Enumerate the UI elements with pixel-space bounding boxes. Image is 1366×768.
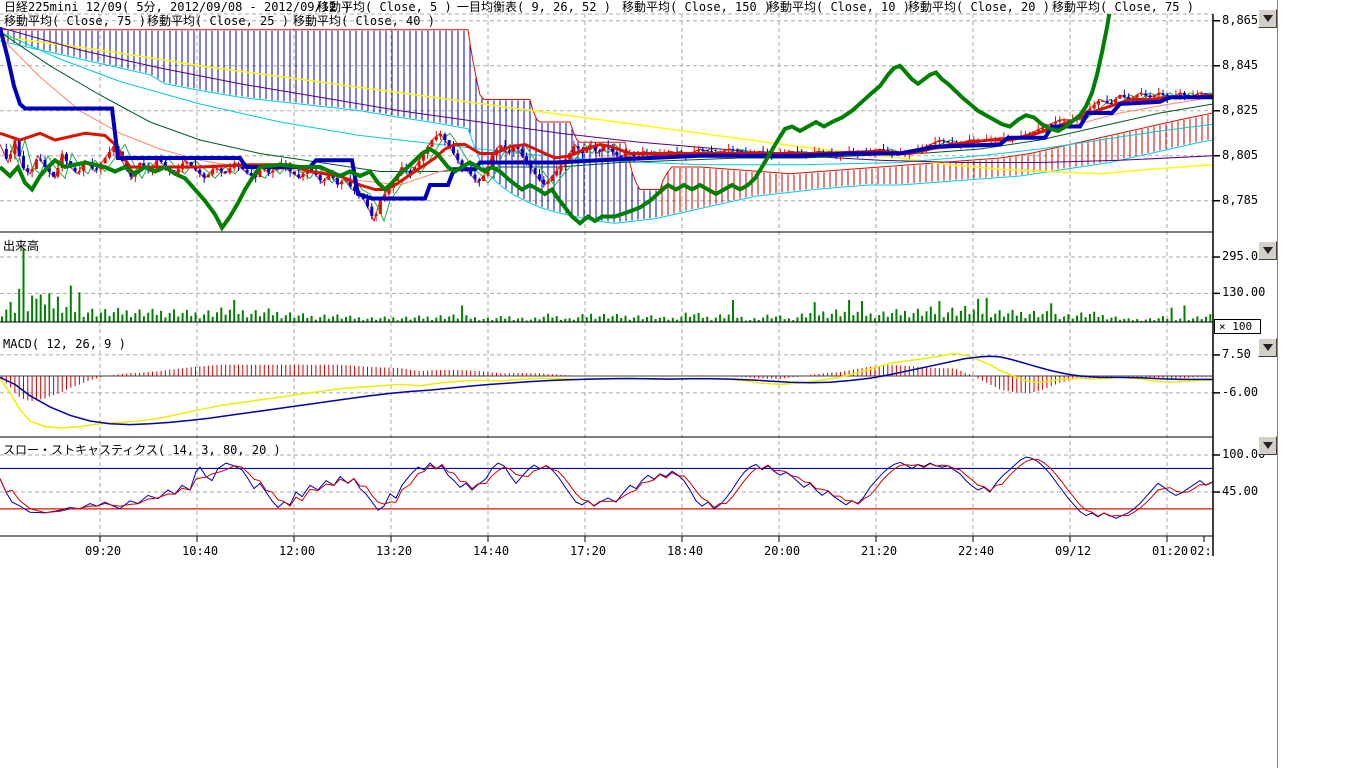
price-panel-collapse-arrow-button[interactable] (1258, 9, 1277, 28)
time-axis-label: 10:40 (182, 544, 218, 558)
triangle-down-icon (1263, 442, 1273, 449)
time-axis-label: 17:20 (570, 544, 606, 558)
legend-ma150[interactable]: 移動平均( Close, 150 ) (622, 1, 771, 14)
triangle-down-icon (1263, 247, 1273, 254)
legend-ma20[interactable]: 移動平均( Close, 20 ) (908, 1, 1050, 14)
volume-bars (1, 248, 1211, 322)
candlesticks (5, 88, 1208, 222)
stoch-panel-collapse-arrow-button[interactable] (1258, 436, 1277, 455)
time-axis-label: 02: (1190, 544, 1212, 558)
legend-ma10[interactable]: 移動平均( Close, 10 ) (768, 1, 910, 14)
chart-window: { "header": { "row1": [ {"label": "日経225… (0, 0, 1366, 768)
triangle-down-icon (1263, 15, 1273, 22)
macd-panel-series (0, 354, 1213, 429)
legend-ma75-2[interactable]: 移動平均( Close, 75 ) (4, 15, 146, 28)
legend-ichimoku[interactable]: 一目均衡表( 9, 26, 52 ) (457, 1, 611, 14)
legend-ma25[interactable]: 移動平均( Close, 25 ) (147, 15, 289, 28)
y-axis-label: -6.00 (1222, 385, 1258, 399)
volume-multiplier-box: × 100 (1214, 319, 1261, 334)
time-axis-label: 01:20 (1152, 544, 1188, 558)
legend-ma75[interactable]: 移動平均( Close, 75 ) (1052, 1, 1194, 14)
window-frame-divider (1277, 0, 1278, 768)
time-axis-label: 22:40 (958, 544, 994, 558)
macd-panel-collapse-arrow-button[interactable] (1258, 338, 1277, 357)
triangle-down-icon (1263, 344, 1273, 351)
volume-panel-collapse-arrow-button[interactable] (1258, 241, 1277, 260)
y-axis-label: 8,785 (1222, 193, 1258, 207)
y-axis-label: 8,825 (1222, 103, 1258, 117)
volume-panel-label: 出来高 (3, 237, 39, 254)
y-axis-label: 8,865 (1222, 13, 1258, 27)
time-axis-label: 13:20 (376, 544, 412, 558)
time-axis-label: 21:20 (861, 544, 897, 558)
time-axis-label: 18:40 (667, 544, 703, 558)
macd-panel-label: MACD( 12, 26, 9 ) (3, 337, 126, 351)
y-axis-label: 130.00 (1222, 285, 1265, 299)
time-axis-label: 09:20 (85, 544, 121, 558)
legend-ma40[interactable]: 移動平均( Close, 40 ) (293, 15, 435, 28)
axes (0, 14, 1220, 556)
legend-ma5[interactable]: 移動平均( Close, 5 ) (317, 1, 452, 14)
y-axis-label: 45.00 (1222, 484, 1258, 498)
time-axis-label: 20:00 (764, 544, 800, 558)
time-axis-label: 14:40 (473, 544, 509, 558)
y-axis-label: 8,805 (1222, 148, 1258, 162)
chart-title: 日経225mini 12/09( 5分, 2012/09/08 - 2012/0… (4, 1, 351, 14)
time-axis-label: 09/12 (1055, 544, 1091, 558)
time-axis-label: 12:00 (279, 544, 315, 558)
chart-canvas (0, 0, 1366, 768)
y-axis-label: 8,845 (1222, 58, 1258, 72)
stochastics-series (0, 457, 1213, 518)
y-axis-label: 7.50 (1222, 347, 1251, 361)
ichimoku-cloud (0, 30, 1213, 224)
stoch-panel-label: スロー・ストキャスティクス( 14, 3, 80, 20 ) (3, 441, 281, 458)
